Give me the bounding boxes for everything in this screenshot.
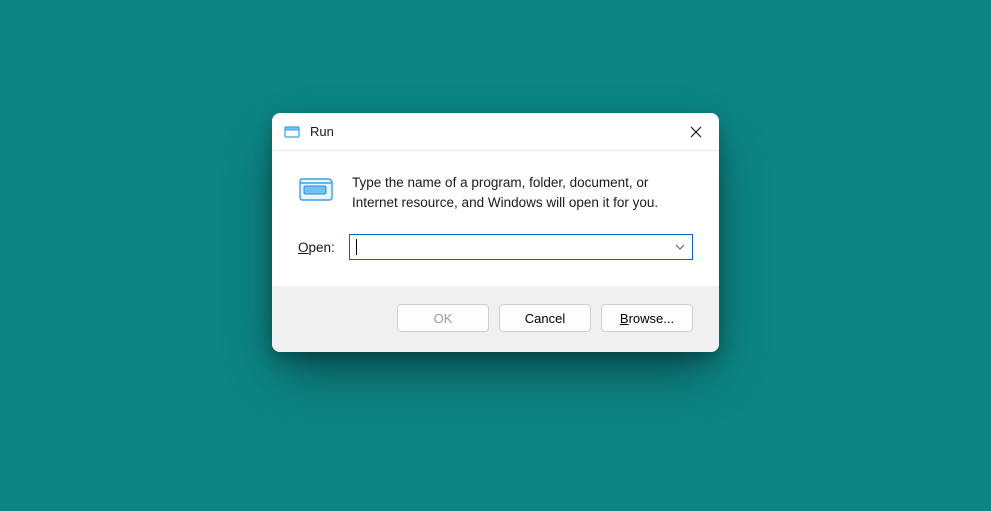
open-row: Open:: [298, 234, 693, 260]
ok-button[interactable]: OK: [397, 304, 489, 332]
browse-button[interactable]: Browse...: [601, 304, 693, 332]
run-dialog: Run Type the name of a program, folder, …: [272, 113, 719, 352]
description-row: Type the name of a program, folder, docu…: [298, 173, 693, 212]
dialog-footer: OK Cancel Browse...: [272, 286, 719, 352]
cancel-button[interactable]: Cancel: [499, 304, 591, 332]
run-titlebar-icon: [284, 124, 300, 140]
run-app-icon: [298, 175, 334, 203]
dialog-title: Run: [310, 124, 673, 139]
titlebar[interactable]: Run: [272, 113, 719, 151]
open-label: Open:: [298, 240, 335, 255]
chevron-down-icon: [675, 244, 685, 250]
open-input[interactable]: [356, 235, 668, 259]
dialog-body: Type the name of a program, folder, docu…: [272, 151, 719, 286]
close-icon: [690, 126, 702, 138]
close-button[interactable]: [673, 113, 719, 151]
text-cursor: [356, 239, 357, 255]
open-dropdown-button[interactable]: [668, 235, 692, 259]
dialog-description: Type the name of a program, folder, docu…: [352, 173, 693, 212]
open-combobox[interactable]: [349, 234, 693, 260]
